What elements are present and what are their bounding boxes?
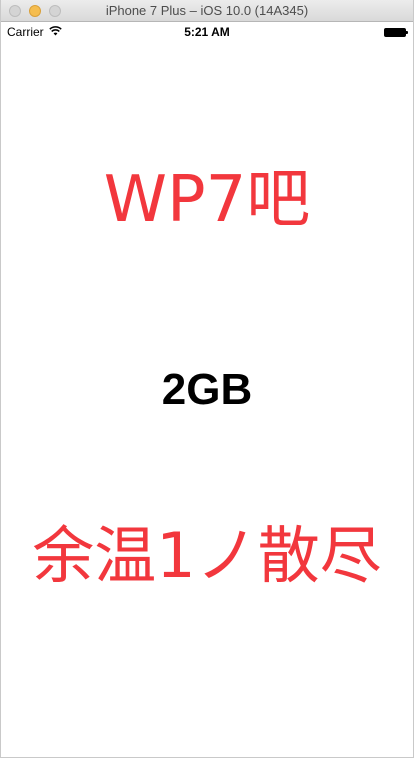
status-time: 5:21 AM bbox=[184, 25, 230, 39]
headline-bottom-label: 余温1ノ散尽 bbox=[32, 519, 382, 592]
simulator-window: iPhone 7 Plus – iOS 10.0 (14A345) Carrie… bbox=[0, 0, 414, 758]
headline-top-label: WP7吧 bbox=[103, 163, 311, 237]
window-titlebar: iPhone 7 Plus – iOS 10.0 (14A345) bbox=[1, 0, 413, 22]
battery-icon bbox=[384, 28, 408, 37]
memory-size-label: 2GB bbox=[161, 365, 253, 414]
window-title: iPhone 7 Plus – iOS 10.0 (14A345) bbox=[105, 3, 309, 18]
ios-status-bar: Carrier 5:21 AM bbox=[1, 22, 413, 42]
